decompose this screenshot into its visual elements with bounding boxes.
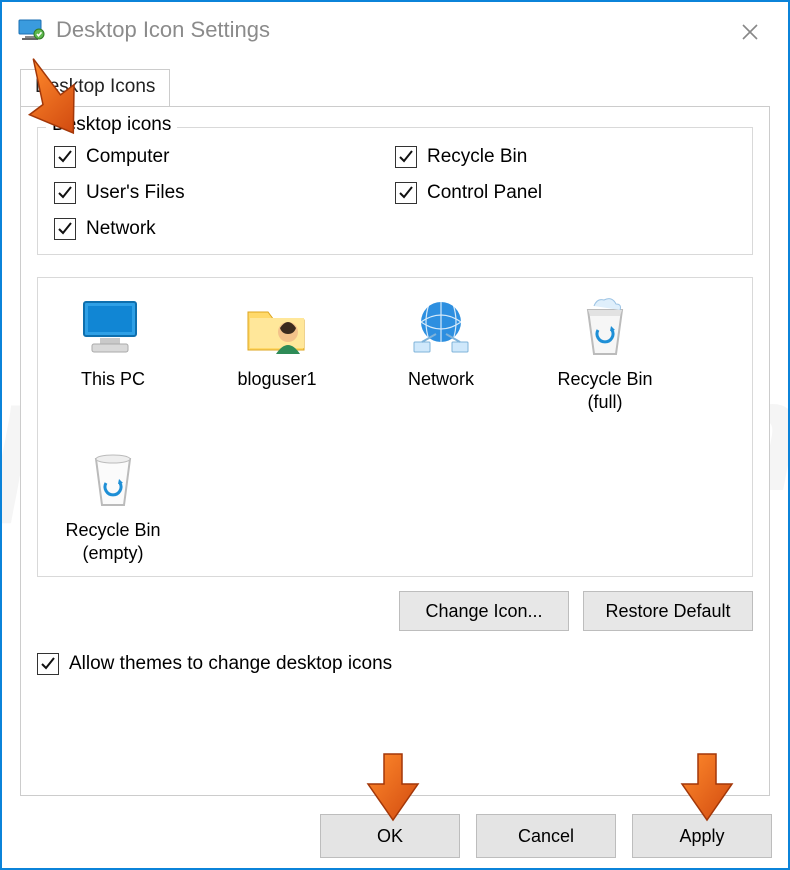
icon-label: Recycle Bin (empty) [48,519,178,564]
checkbox-network[interactable]: Network [54,218,395,240]
network-icon [406,296,476,360]
pc-icon [78,296,148,360]
apply-button[interactable]: Apply [632,814,772,858]
close-button[interactable] [730,12,770,52]
icon-this-pc[interactable]: This PC [48,296,178,391]
icon-preview: This PC bloguser1 [37,277,753,577]
titlebar: Desktop Icon Settings [2,2,788,58]
cancel-button[interactable]: Cancel [476,814,616,858]
group-legend: Desktop icons [46,114,177,136]
checkbox-icon [54,146,76,168]
change-icon-button[interactable]: Change Icon... [399,591,569,631]
app-icon [18,18,46,42]
icon-label: Network [376,368,506,391]
restore-default-button[interactable]: Restore Default [583,591,753,631]
checkbox-label: Recycle Bin [427,146,527,168]
recycle-empty-icon [78,447,148,511]
checkbox-label: Network [86,218,156,240]
checkbox-icon [54,218,76,240]
tab-desktop-icons[interactable]: Desktop Icons [20,69,170,107]
checkbox-control-panel[interactable]: Control Panel [395,182,736,204]
ok-button[interactable]: OK [320,814,460,858]
icon-label: Recycle Bin (full) [540,368,670,413]
icon-network[interactable]: Network [376,296,506,391]
icon-label: bloguser1 [212,368,342,391]
icon-user-folder[interactable]: bloguser1 [212,296,342,391]
close-icon [741,23,759,41]
checkbox-label: User's Files [86,182,185,204]
checkbox-icon [395,182,417,204]
checkbox-users-files[interactable]: User's Files [54,182,395,204]
checkbox-recycle-bin[interactable]: Recycle Bin [395,146,736,168]
recycle-full-icon [570,296,640,360]
user-folder-icon [242,296,312,360]
checkbox-icon [37,653,59,675]
icon-recycle-empty[interactable]: Recycle Bin (empty) [48,447,178,564]
desktop-icons-group: Desktop icons Computer Recycle Bin User'… [37,127,753,255]
tab-panel: Desktop icons Computer Recycle Bin User'… [20,106,770,796]
icon-recycle-full[interactable]: Recycle Bin (full) [540,296,670,413]
checkbox-computer[interactable]: Computer [54,146,395,168]
checkbox-label: Control Panel [427,182,542,204]
checkbox-label: Computer [86,146,169,168]
icon-label: This PC [48,368,178,391]
window-title: Desktop Icon Settings [56,17,270,43]
checkbox-icon [54,182,76,204]
checkbox-label: Allow themes to change desktop icons [69,653,392,675]
checkbox-allow-themes[interactable]: Allow themes to change desktop icons [37,653,392,675]
checkbox-icon [395,146,417,168]
